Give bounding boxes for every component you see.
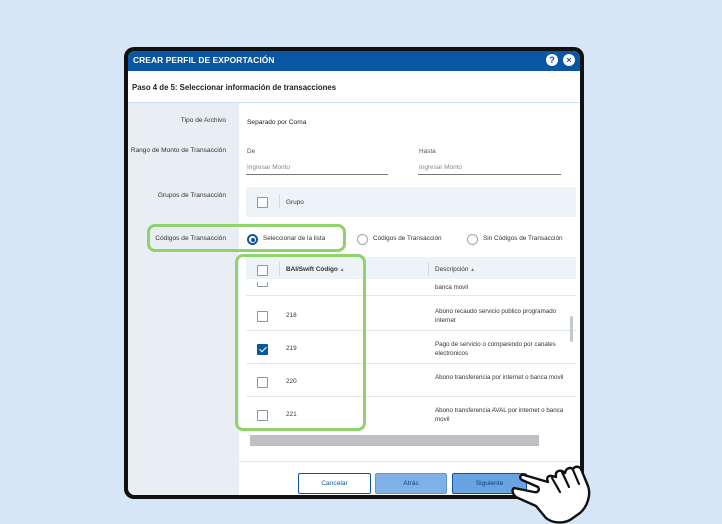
highlight-code-column [235,254,366,431]
radio-label: Sin Códigos de Transacción [483,235,563,242]
cancel-button[interactable]: Cancelar [298,473,371,494]
group-column-header: Grupo [286,199,304,206]
back-button[interactable]: Atrás [375,473,447,494]
help-icon[interactable]: ? [546,54,558,66]
amount-range-label: Rango de Monto de Transacción [130,147,226,154]
to-input-underline [418,174,561,175]
table-row-description: banca movil [435,284,469,291]
radio-transaction-codes[interactable] [357,234,368,245]
file-type-label: Tipo de Archivo [180,117,226,124]
to-label: Hasta [419,148,436,155]
codes-label: Códigos de Transacción [155,235,226,242]
column-separator [428,262,429,276]
step-heading: Paso 4 de 5: Seleccionar información de … [132,83,337,92]
sort-asc-icon: ▲ [470,267,476,273]
from-label: De [247,148,256,155]
label-column [128,103,239,495]
file-type-value: Separado por Coma [247,119,307,126]
table-row-description: Pago de servicio o comparendo por canale… [435,341,556,357]
pointer-hand-icon [511,465,591,524]
from-amount-input[interactable]: Ingresar Monto [247,164,290,171]
dialog-title: CREAR PERFIL DE EXPORTACIÓN [133,55,275,65]
table-row-description: Abono transferencia por internet o banca… [435,374,564,381]
description-column-header[interactable]: Descripción ▲ [435,266,475,273]
dialog-titlebar: CREAR PERFIL DE EXPORTACIÓN ? × [128,51,580,71]
description-column-title: Descripción [435,266,469,273]
groups-select-all-checkbox[interactable] [257,197,268,208]
radio-select-from-list[interactable] [247,234,258,245]
export-profile-dialog: CREAR PERFIL DE EXPORTACIÓN ? × Paso 4 d… [128,51,580,495]
close-icon[interactable]: × [563,54,575,66]
column-separator [279,194,280,208]
radio-no-codes[interactable] [467,234,478,245]
table-row-description: Abono transferencia AVAL por internet o … [435,407,564,423]
table-row-description: Abono recaudo servicio publico programad… [435,308,557,324]
radio-label: Seleccionar de la lista [263,235,326,242]
from-input-underline [246,174,388,175]
horizontal-scrollbar[interactable] [250,435,539,446]
vertical-scrollbar[interactable] [570,316,573,342]
radio-label: Códigos de Transacción [373,235,442,242]
to-amount-input[interactable]: Ingresar Monto [419,164,462,171]
groups-label: Grupos de Transacción [157,192,226,199]
